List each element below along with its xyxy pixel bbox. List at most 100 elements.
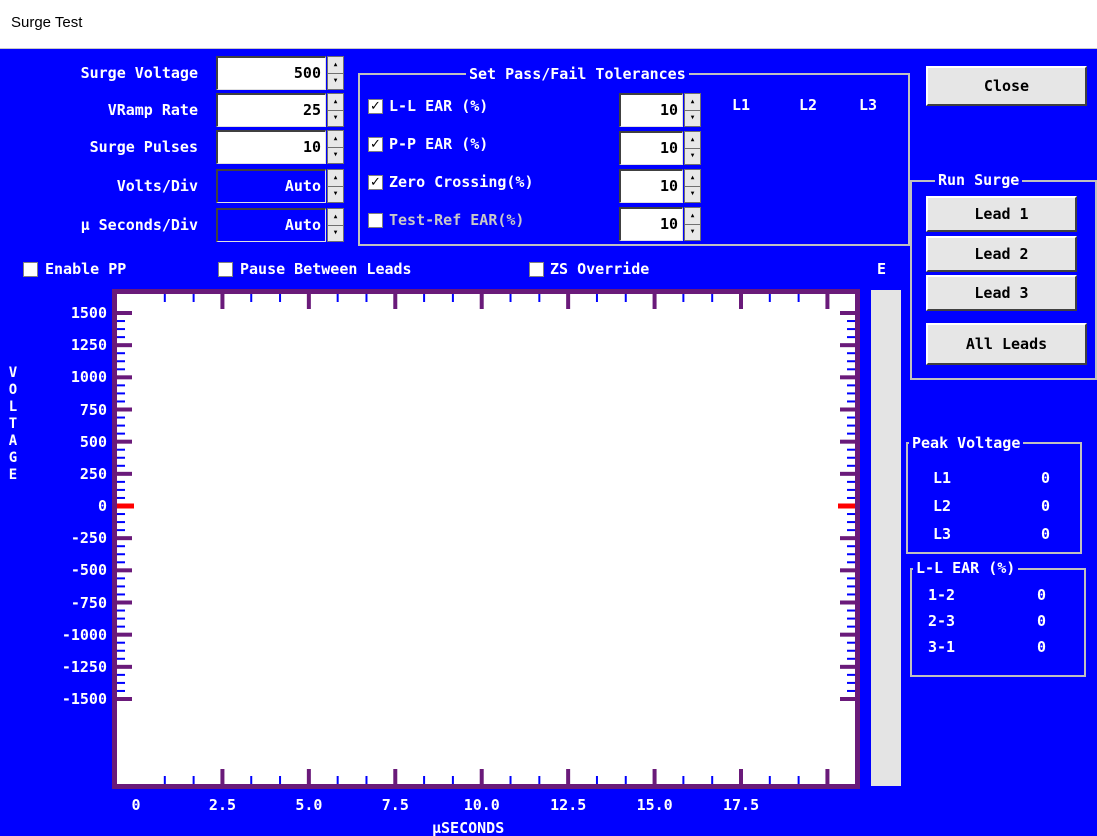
spin-up-icon[interactable]: ▲ bbox=[685, 132, 700, 149]
ll-ear-label: L-L EAR (%) bbox=[389, 97, 489, 115]
spin-up-icon[interactable]: ▲ bbox=[328, 131, 343, 148]
y-axis-title-letter: A bbox=[8, 433, 18, 449]
surge-pulses-spinner[interactable]: ▲ ▼ bbox=[327, 130, 344, 164]
zs-override-label: ZS Override bbox=[550, 260, 650, 278]
all-leads-button[interactable]: All Leads bbox=[926, 323, 1087, 365]
y-tick-label: -500 bbox=[70, 561, 107, 580]
y-tick-label: 250 bbox=[79, 464, 107, 483]
ll-ear-results-title: L-L EAR (%) bbox=[913, 559, 1019, 577]
surge-voltage-spinner[interactable]: ▲ ▼ bbox=[327, 56, 344, 90]
pause-between-leads-label: Pause Between Leads bbox=[240, 260, 412, 278]
e-level-bar bbox=[871, 290, 901, 786]
ll-ear-checkbox[interactable]: ✓ bbox=[368, 99, 383, 114]
x-tick-label: 17.5 bbox=[723, 796, 760, 814]
zero-crossing-checkbox[interactable]: ✓ bbox=[368, 175, 383, 190]
spin-up-icon[interactable]: ▲ bbox=[328, 209, 343, 226]
useconds-div-input[interactable]: Auto bbox=[216, 208, 326, 242]
tolerances-title: Set Pass/Fail Tolerances bbox=[466, 65, 689, 83]
volts-div-spinner[interactable]: ▲ ▼ bbox=[327, 169, 344, 203]
spin-up-icon[interactable]: ▲ bbox=[328, 94, 343, 111]
volts-div-input[interactable]: Auto bbox=[216, 169, 326, 203]
e-indicator-label: E bbox=[877, 260, 887, 278]
spin-down-icon[interactable]: ▼ bbox=[328, 147, 343, 163]
y-tick-label: 500 bbox=[79, 432, 107, 451]
pp-ear-tolerance-input[interactable]: 10 bbox=[619, 131, 683, 165]
x-tick-label: 12.5 bbox=[550, 796, 587, 814]
spin-up-icon[interactable]: ▲ bbox=[685, 170, 700, 187]
y-tick-label: -750 bbox=[70, 593, 107, 612]
y-tick-label: 1250 bbox=[70, 336, 107, 355]
spin-down-icon[interactable]: ▼ bbox=[685, 148, 700, 164]
vramp-rate-label: VRamp Rate bbox=[107, 101, 198, 119]
surge-pulses-label: Surge Pulses bbox=[89, 138, 198, 156]
voltage-chart bbox=[112, 289, 860, 789]
x-tick-label: 7.5 bbox=[381, 796, 409, 814]
spin-down-icon[interactable]: ▼ bbox=[328, 110, 343, 126]
ll-ear-tolerance-input[interactable]: 10 bbox=[619, 93, 683, 127]
spin-up-icon[interactable]: ▲ bbox=[328, 57, 343, 74]
pause-between-leads-checkbox[interactable] bbox=[218, 262, 233, 277]
test-ref-ear-checkbox[interactable] bbox=[368, 213, 383, 228]
spin-up-icon[interactable]: ▲ bbox=[685, 208, 700, 225]
x-tick-label: 10.0 bbox=[463, 796, 500, 814]
ll-ear-value-1-2: 0 bbox=[1037, 586, 1047, 604]
spin-up-icon[interactable]: ▲ bbox=[328, 170, 343, 187]
spin-down-icon[interactable]: ▼ bbox=[685, 224, 700, 240]
surge-pulses-input[interactable]: 10 bbox=[216, 130, 326, 164]
lead-header-l3: L3 bbox=[859, 96, 878, 114]
title-bar: Surge Test bbox=[0, 0, 1097, 49]
y-axis-title-letter: L bbox=[8, 399, 18, 415]
plot-area bbox=[112, 289, 860, 789]
spin-down-icon[interactable]: ▼ bbox=[328, 225, 343, 241]
test-ref-ear-spinner[interactable]: ▲ ▼ bbox=[684, 207, 701, 241]
surge-voltage-input[interactable]: 500 bbox=[216, 56, 326, 90]
vramp-rate-input[interactable]: 25 bbox=[216, 93, 326, 127]
y-axis-title-letter: T bbox=[8, 416, 18, 432]
peak-voltage-label-l2: L2 bbox=[933, 497, 952, 515]
surge-voltage-label: Surge Voltage bbox=[80, 64, 198, 82]
x-tick-label: 5.0 bbox=[295, 796, 323, 814]
y-axis-title-letter: G bbox=[8, 450, 18, 466]
pp-ear-checkbox[interactable]: ✓ bbox=[368, 137, 383, 152]
lead-3-button[interactable]: Lead 3 bbox=[926, 275, 1077, 311]
lead-header-l1: L1 bbox=[732, 96, 751, 114]
peak-voltage-title: Peak Voltage bbox=[909, 434, 1024, 452]
vramp-rate-spinner[interactable]: ▲ ▼ bbox=[327, 93, 344, 127]
x-tick-label: 0 bbox=[131, 796, 141, 814]
y-axis-title-letter: O bbox=[8, 382, 18, 398]
test-ref-ear-tolerance-input[interactable]: 10 bbox=[619, 207, 683, 241]
x-axis-title: µSECONDS bbox=[432, 819, 505, 836]
ll-ear-value-3-1: 0 bbox=[1037, 638, 1047, 656]
spin-up-icon[interactable]: ▲ bbox=[685, 94, 700, 111]
test-ref-ear-label: Test-Ref EAR(%) bbox=[389, 211, 525, 229]
zs-override-checkbox[interactable] bbox=[529, 262, 544, 277]
peak-voltage-label-l1: L1 bbox=[933, 469, 952, 487]
enable-pp-checkbox[interactable] bbox=[23, 262, 38, 277]
window-title: Surge Test bbox=[11, 14, 83, 31]
spin-down-icon[interactable]: ▼ bbox=[328, 73, 343, 89]
volts-div-label: Volts/Div bbox=[116, 177, 198, 195]
peak-voltage-value-l3: 0 bbox=[1041, 525, 1051, 543]
zero-crossing-spinner[interactable]: ▲ ▼ bbox=[684, 169, 701, 203]
spin-down-icon[interactable]: ▼ bbox=[685, 186, 700, 202]
ll-ear-spinner[interactable]: ▲ ▼ bbox=[684, 93, 701, 127]
zero-crossing-tolerance-input[interactable]: 10 bbox=[619, 169, 683, 203]
y-tick-label: 1500 bbox=[70, 304, 107, 322]
spin-down-icon[interactable]: ▼ bbox=[685, 110, 700, 126]
useconds-div-spinner[interactable]: ▲ ▼ bbox=[327, 208, 344, 242]
y-axis-title-letter: E bbox=[8, 467, 18, 483]
lead-2-button[interactable]: Lead 2 bbox=[926, 236, 1077, 272]
close-button[interactable]: Close bbox=[926, 66, 1087, 106]
useconds-div-label: µ Seconds/Div bbox=[80, 216, 198, 234]
ll-ear-label-3-1: 3-1 bbox=[928, 638, 956, 656]
peak-voltage-value-l1: 0 bbox=[1041, 469, 1051, 487]
pp-ear-spinner[interactable]: ▲ ▼ bbox=[684, 131, 701, 165]
spin-down-icon[interactable]: ▼ bbox=[328, 186, 343, 202]
lead-1-button[interactable]: Lead 1 bbox=[926, 196, 1077, 232]
y-tick-label: -1250 bbox=[61, 657, 107, 676]
x-tick-label: 15.0 bbox=[636, 796, 673, 814]
y-tick-label: 750 bbox=[79, 400, 107, 419]
x-tick-label: 2.5 bbox=[208, 796, 237, 814]
lead-header-l2: L2 bbox=[799, 96, 818, 114]
y-tick-label: -1500 bbox=[61, 690, 107, 708]
